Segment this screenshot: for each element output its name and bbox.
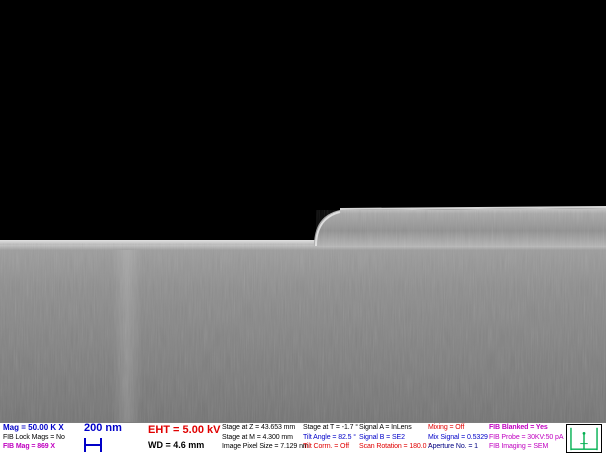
stage-t-label: Stage at T = -1.7 °	[303, 424, 358, 431]
scalebar-icon	[84, 438, 102, 452]
scan-rotation-label: Scan Rotation = 180.0 °	[359, 443, 431, 450]
scalebar-label: 200 nm	[84, 422, 122, 434]
eht-label: EHT = 5.00 kV	[148, 424, 221, 436]
aperture-label: Aperture No. = 1	[428, 443, 478, 450]
tilt-indicator-icon	[566, 424, 602, 453]
fib-mag-label: FIB Mag = 869 X	[3, 443, 55, 450]
stage-z-label: Stage at Z = 43.653 mm	[222, 424, 296, 431]
stage-m-label: Stage at M = 4.300 mm	[222, 434, 293, 441]
sem-image	[0, 0, 606, 422]
mixing-label: Mixing = Off	[428, 424, 465, 431]
pixel-size-label: Image Pixel Size = 7.129 nm	[222, 443, 309, 450]
fib-imaging-label: FIB Imaging = SEM	[489, 443, 549, 450]
signal-a-label: Signal A = InLens	[359, 424, 412, 431]
fib-probe-label: FIB Probe = 30KV:50 pA	[489, 434, 564, 441]
fib-lock-label: FIB Lock Mags = No	[3, 434, 65, 441]
mix-signal-label: Mix Signal = 0.5329	[428, 434, 488, 441]
wd-label: WD = 4.6 mm	[148, 440, 205, 450]
mag-label: Mag = 50.00 K X	[3, 423, 64, 432]
signal-b-label: Signal B = SE2	[359, 434, 405, 441]
tilt-angle-label: Tilt Angle = 82.5 °	[303, 434, 356, 441]
fib-blanked-label: FIB Blanked = Yes	[489, 424, 548, 431]
sem-viewer: Mag = 50.00 K X FIB Lock Mags = No FIB M…	[0, 0, 606, 455]
tilt-corrn-label: Tilt Corrn. = Off	[303, 443, 349, 450]
